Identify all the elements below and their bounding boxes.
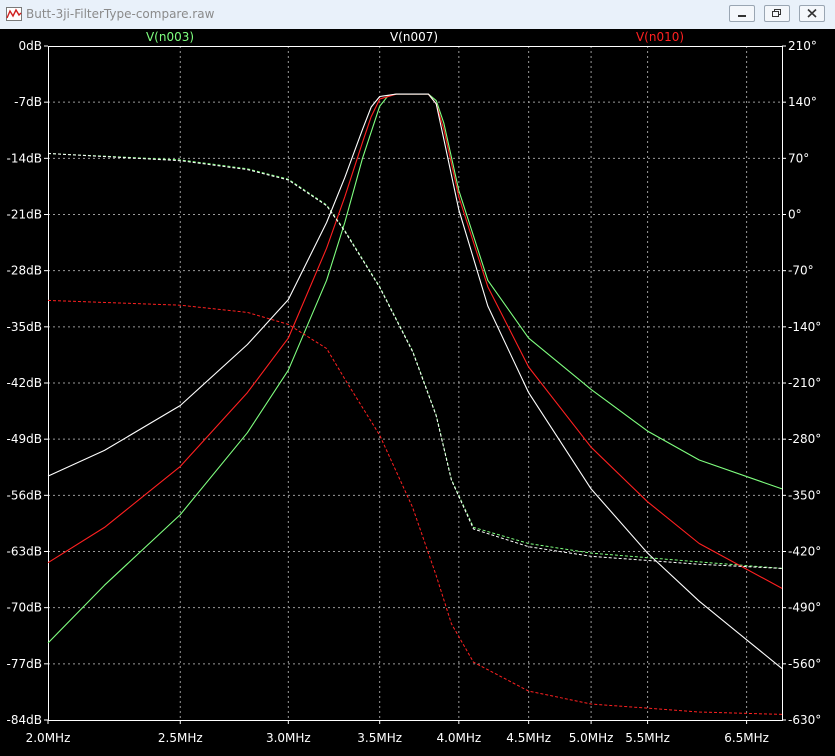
window-title: Butt-3ji-FilterType-compare.raw xyxy=(26,7,215,21)
y-right-tick-label: -420° xyxy=(788,545,821,559)
y-left-tick-label: -56dB xyxy=(7,488,42,502)
close-button[interactable] xyxy=(799,5,825,22)
y-right-tick-label: -490° xyxy=(788,601,821,615)
y-right-tick-label: -350° xyxy=(788,488,821,502)
restore-icon xyxy=(772,9,781,17)
y-left-tick-label: -77dB xyxy=(7,657,42,671)
minimize-icon xyxy=(738,15,746,17)
waveform-app-icon xyxy=(6,7,22,21)
y-right-tick-label: 70° xyxy=(788,151,809,165)
x-tick-label: 5.0MHz xyxy=(569,731,614,745)
y-right-tick-label: 210° xyxy=(788,39,817,53)
y-right-tick-label: -140° xyxy=(788,320,821,334)
x-tick-label: 3.0MHz xyxy=(266,731,311,745)
y-right-tick-label: 0° xyxy=(788,208,802,222)
y-left-tick-label: 0dB xyxy=(19,39,42,53)
y-left-tick-label: -28dB xyxy=(7,264,42,278)
y-right-tick-label: -210° xyxy=(788,376,821,390)
y-left-tick-label: -7dB xyxy=(14,95,42,109)
y-right-tick-label: -560° xyxy=(788,657,821,671)
y-left-tick-label: -84dB xyxy=(7,713,42,727)
y-left-tick-label: -35dB xyxy=(7,320,42,334)
restore-button[interactable] xyxy=(764,5,790,22)
legend-label-vn003[interactable]: V(n003) xyxy=(146,30,194,44)
y-right-tick-label: -70° xyxy=(788,264,814,278)
x-tick-label: 2.0MHz xyxy=(26,731,71,745)
x-tick-label: 3.5MHz xyxy=(357,731,402,745)
x-tick-label: 2.5MHz xyxy=(158,731,203,745)
bode-plot[interactable]: 2.0MHz 2.5MHz 3.0MHz 3.5MHz 4.0MHz 4.5MHz 5.0M… xyxy=(0,29,835,756)
close-icon xyxy=(807,8,817,18)
y-left-tick-label: -70dB xyxy=(7,601,42,615)
y-right-tick-label: -280° xyxy=(788,432,821,446)
x-tick-label: 4.0MHz xyxy=(436,731,481,745)
y-left-tick-label: -49dB xyxy=(7,432,42,446)
x-tick-label: 5.5MHz xyxy=(625,731,670,745)
y-left-tick-label: -42dB xyxy=(7,376,42,390)
y-left-tick-label: -21dB xyxy=(7,208,42,222)
legend-label-vn007[interactable]: V(n007) xyxy=(390,30,438,44)
x-tick-label: 6.5MHz xyxy=(724,731,769,745)
x-tick-label: 4.5MHz xyxy=(506,731,551,745)
y-right-tick-label: 140° xyxy=(788,95,817,109)
y-right-tick-label: -630° xyxy=(788,713,821,727)
minimize-button[interactable] xyxy=(729,5,755,22)
waveform-window: Butt-3ji-FilterType-compare.raw 2.0MHz 2.… xyxy=(0,0,835,756)
title-bar[interactable]: Butt-3ji-FilterType-compare.raw xyxy=(0,0,835,30)
y-left-tick-label: -63dB xyxy=(7,545,42,559)
legend-label-vn010[interactable]: V(n010) xyxy=(636,30,684,44)
y-left-tick-label: -14dB xyxy=(7,151,42,165)
